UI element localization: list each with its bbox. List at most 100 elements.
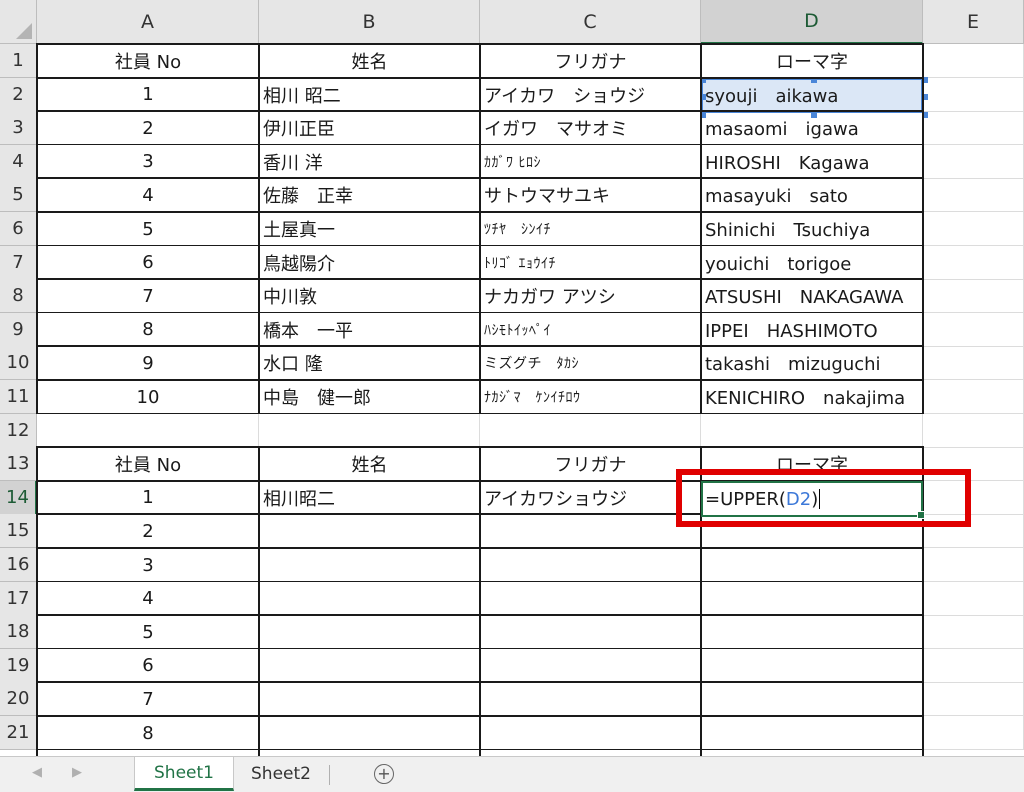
- grid-cell[interactable]: [923, 413, 1024, 448]
- row-header-16[interactable]: 16: [0, 548, 37, 582]
- grid-cell[interactable]: [923, 144, 1024, 179]
- grid-cell[interactable]: [480, 615, 701, 650]
- grid-cell[interactable]: [480, 514, 701, 549]
- grid-cell[interactable]: [259, 682, 480, 717]
- employee-no-cell[interactable]: 7: [37, 682, 259, 716]
- row-header-13[interactable]: 13: [0, 447, 37, 482]
- grid-cell[interactable]: [701, 615, 923, 650]
- grid-cell[interactable]: [259, 648, 480, 683]
- table-cell[interactable]: 佐藤 正幸: [259, 178, 480, 212]
- table-cell[interactable]: 中川敦: [259, 279, 480, 313]
- table-cell[interactable]: ATSUSHI NAKAGAWA: [701, 279, 923, 313]
- grid-cell[interactable]: [480, 413, 701, 448]
- worksheet-grid[interactable]: A B C D E 1 2 3 4 5 6 7 8 9 10 11 12 13 14 15 16 17 18 19 20 21 社員…: [0, 0, 1024, 756]
- grid-cell[interactable]: [259, 413, 480, 448]
- table-cell[interactable]: masayuki sato: [701, 178, 923, 212]
- grid-cell[interactable]: [923, 548, 1024, 582]
- table-cell[interactable]: ナカガワ アツシ: [480, 279, 701, 313]
- row-header-3[interactable]: 3: [0, 111, 37, 146]
- row-header-18[interactable]: 18: [0, 615, 37, 650]
- table-cell[interactable]: 伊川正臣: [259, 111, 480, 145]
- table-cell[interactable]: ｶｶﾞﾜ ﾋﾛｼ: [480, 145, 701, 179]
- employee-no-cell[interactable]: 10: [37, 380, 259, 414]
- table-cell[interactable]: IPPEI HASHIMOTO: [701, 313, 923, 347]
- employee-no-cell[interactable]: 2: [37, 111, 259, 145]
- table-cell[interactable]: 中島 健一郎: [259, 380, 480, 414]
- grid-cell[interactable]: [923, 682, 1024, 717]
- table-cell[interactable]: イガワ マサオミ: [480, 111, 701, 145]
- grid-cell[interactable]: [701, 413, 923, 448]
- row-header-1[interactable]: 1: [0, 44, 37, 78]
- row-header-8[interactable]: 8: [0, 279, 37, 314]
- row-header-21[interactable]: 21: [0, 716, 37, 750]
- grid-cell[interactable]: [259, 548, 480, 582]
- column-header-d[interactable]: D: [701, 0, 923, 44]
- table-cell[interactable]: KENICHIRO nakajima: [701, 380, 923, 414]
- row-header-2[interactable]: 2: [0, 77, 37, 112]
- grid-cell[interactable]: [701, 716, 923, 750]
- employee-no-cell[interactable]: 9: [37, 346, 259, 380]
- employee-no-cell[interactable]: 4: [37, 582, 259, 616]
- table-cell[interactable]: 水口 隆: [259, 346, 480, 380]
- row-header-12[interactable]: 12: [0, 413, 37, 448]
- column-header-e[interactable]: E: [923, 0, 1024, 44]
- employee-no-cell[interactable]: 3: [37, 145, 259, 179]
- table-cell[interactable]: 相川昭二: [259, 481, 480, 515]
- row-header-9[interactable]: 9: [0, 312, 37, 347]
- row-header-6[interactable]: 6: [0, 212, 37, 246]
- row-header-17[interactable]: 17: [0, 581, 37, 616]
- grid-cell[interactable]: [480, 548, 701, 582]
- row-header-20[interactable]: 20: [0, 682, 37, 717]
- table-cell[interactable]: アイカワショウジ: [480, 481, 701, 515]
- tab-scroll-left-icon[interactable]: ◀: [32, 765, 42, 780]
- grid-cell[interactable]: [259, 581, 480, 616]
- employee-no-cell[interactable]: 2: [37, 514, 259, 548]
- grid-cell[interactable]: [480, 581, 701, 616]
- grid-cell[interactable]: [923, 648, 1024, 683]
- grid-cell[interactable]: [923, 245, 1024, 280]
- table-cell[interactable]: ﾄﾘｺﾞ ｴｮｳｲﾁ: [480, 246, 701, 280]
- add-sheet-button[interactable]: +: [374, 764, 394, 784]
- employee-no-cell[interactable]: 1: [37, 78, 259, 112]
- employee-no-cell[interactable]: 5: [37, 212, 259, 246]
- table-cell[interactable]: 土屋真一: [259, 212, 480, 246]
- grid-cell[interactable]: [923, 77, 1024, 112]
- grid-cell[interactable]: [923, 615, 1024, 650]
- table-cell[interactable]: Shinichi Tsuchiya: [701, 212, 923, 246]
- column-header-b[interactable]: B: [259, 0, 480, 44]
- table-cell[interactable]: 橋本 一平: [259, 313, 480, 347]
- table-cell[interactable]: syouji aikawa: [701, 78, 923, 112]
- employee-no-cell[interactable]: 8: [37, 313, 259, 347]
- table-cell[interactable]: 香川 洋: [259, 145, 480, 179]
- row-header-19[interactable]: 19: [0, 648, 37, 683]
- grid-cell[interactable]: [923, 380, 1024, 414]
- table-cell[interactable]: サトウマサユキ: [480, 178, 701, 212]
- grid-cell[interactable]: [37, 413, 259, 448]
- tab-sheet2[interactable]: Sheet2: [236, 757, 326, 791]
- row-header-14[interactable]: 14: [0, 480, 37, 515]
- grid-cell[interactable]: [259, 716, 480, 750]
- grid-cell[interactable]: [923, 312, 1024, 347]
- employee-no-cell[interactable]: 8: [37, 716, 259, 750]
- table-cell[interactable]: 鳥越陽介: [259, 246, 480, 280]
- grid-cell[interactable]: [259, 514, 480, 549]
- grid-cell[interactable]: [259, 615, 480, 650]
- column-header-c[interactable]: C: [480, 0, 701, 44]
- grid-cell[interactable]: [701, 682, 923, 717]
- tab-scroll-right-icon[interactable]: ▶: [72, 765, 82, 780]
- table-cell[interactable]: ﾅｶｼﾞﾏ ｹﾝｲﾁﾛｳ: [480, 380, 701, 414]
- grid-cell[interactable]: [480, 716, 701, 750]
- employee-no-cell[interactable]: 6: [37, 246, 259, 280]
- tab-sheet1[interactable]: Sheet1: [134, 757, 234, 791]
- table-cell[interactable]: masaomi igawa: [701, 111, 923, 145]
- column-header-a[interactable]: A: [37, 0, 259, 44]
- select-all-corner[interactable]: [0, 0, 37, 44]
- grid-cell[interactable]: [701, 581, 923, 616]
- row-header-5[interactable]: 5: [0, 178, 37, 213]
- row-header-4[interactable]: 4: [0, 144, 37, 179]
- employee-no-cell[interactable]: 3: [37, 548, 259, 582]
- grid-cell[interactable]: [923, 346, 1024, 381]
- row-header-15[interactable]: 15: [0, 514, 37, 549]
- grid-cell[interactable]: [923, 44, 1024, 78]
- employee-no-cell[interactable]: 5: [37, 615, 259, 649]
